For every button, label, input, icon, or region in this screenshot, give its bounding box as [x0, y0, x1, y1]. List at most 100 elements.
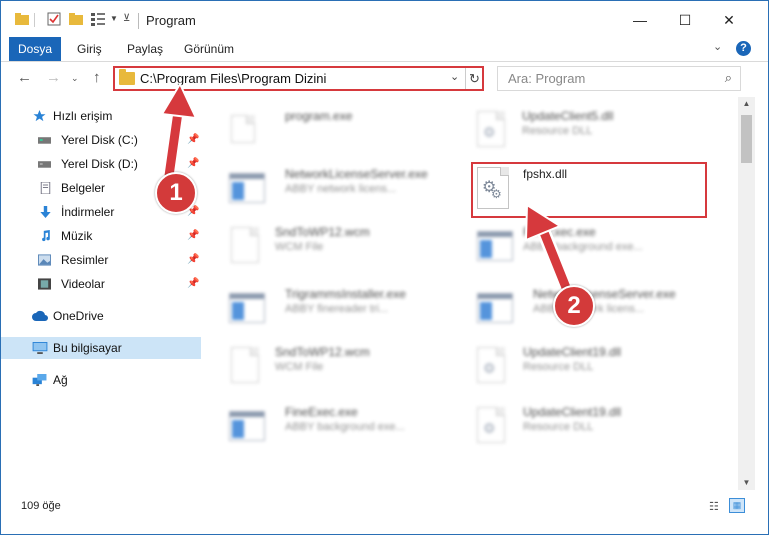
scroll-up-icon[interactable]: ▲ — [738, 97, 755, 111]
search-input[interactable]: Ara: Program ⌕ — [497, 66, 741, 91]
sidebar-item-onedrive[interactable]: OneDrive — [1, 305, 201, 327]
toolbar-divider — [34, 13, 35, 27]
navigation-pane: Hızlı erişim Yerel Disk (C:) 📌 Yerel Dis… — [1, 97, 201, 490]
file-type: Resource DLL — [522, 125, 593, 137]
details-view-icon[interactable]: ☷ — [709, 500, 719, 513]
sidebar-item-videos[interactable]: Videolar 📌 — [1, 273, 201, 295]
sidebar-item-drive-c[interactable]: Yerel Disk (C:) 📌 — [1, 129, 201, 151]
file-name: NetworkLicenseServer.exe — [285, 167, 428, 181]
address-bar[interactable]: C:\Program Files\Program Dizini ⌄ ↻ — [113, 66, 484, 91]
pin-icon[interactable]: 📌 — [187, 129, 199, 151]
customize-toolbar-icon[interactable]: ⊻ — [123, 13, 130, 24]
large-icons-view-icon[interactable]: ▦ — [729, 498, 745, 513]
file-item[interactable]: ⚙ UpdateClient5.dll Resource DLL — [477, 109, 717, 161]
sidebar-item-pictures[interactable]: Resimler 📌 — [1, 249, 201, 271]
file-list: program.exe ⚙ UpdateClient5.dll Resource… — [201, 97, 738, 490]
exe-file-icon — [477, 231, 513, 261]
video-icon — [38, 278, 51, 290]
minimize-button[interactable]: — — [625, 9, 655, 31]
refresh-icon[interactable]: ↻ — [465, 68, 483, 89]
file-name: SndToWP12.wcm — [275, 345, 370, 359]
computer-icon — [32, 342, 48, 354]
sidebar-item-quick-access[interactable]: Hızlı erişim — [1, 105, 201, 127]
back-arrow-icon[interactable]: ← — [17, 69, 32, 86]
search-placeholder: Ara: Program — [508, 71, 586, 86]
pin-icon[interactable]: 📌 — [187, 153, 199, 175]
ribbon-expand-icon[interactable]: ⌄ — [713, 40, 722, 53]
tab-share[interactable]: Paylaş — [127, 37, 163, 61]
view-options-icon[interactable] — [91, 12, 107, 26]
wcm-file-icon — [231, 347, 259, 383]
gear-icon: ⚙ — [483, 420, 496, 436]
sidebar-item-network[interactable]: Ağ — [1, 369, 201, 391]
explorer-window: ▼ ⊻ Program — ☐ ✕ Dosya Giriş Paylaş Gör… — [0, 0, 769, 535]
gear-icon: ⚙ — [483, 124, 496, 140]
chevron-down-icon[interactable]: ▼ — [110, 14, 118, 23]
close-button[interactable]: ✕ — [714, 9, 744, 31]
sidebar-item-label: Hızlı erişim — [53, 109, 113, 123]
file-item[interactable]: ⚙ UpdateClient19.dll Resource DLL — [477, 345, 717, 397]
sidebar-item-label: Yerel Disk (C:) — [61, 133, 138, 147]
file-type: WCM File — [275, 361, 324, 373]
file-item[interactable]: program.exe — [231, 109, 471, 161]
star-icon — [33, 110, 46, 122]
download-icon — [40, 206, 51, 218]
highlight-box-file — [471, 162, 707, 218]
drive-icon — [38, 137, 51, 144]
sidebar-item-this-pc[interactable]: Bu bilgisayar — [1, 337, 201, 359]
exe-file-icon — [229, 293, 265, 323]
sidebar-item-label: Bu bilgisayar — [53, 341, 122, 355]
file-type: ABBY background exe... — [523, 241, 643, 253]
exe-file-icon — [229, 411, 265, 441]
up-arrow-icon[interactable]: ↑ — [93, 69, 101, 86]
file-item[interactable]: ⚙ UpdateClient19.dll Resource DLL — [477, 405, 717, 457]
help-icon[interactable]: ? — [736, 41, 751, 56]
exe-file-icon — [231, 115, 255, 143]
documents-icon — [40, 182, 51, 194]
file-type: ABBY finereader tri... — [285, 303, 389, 315]
file-name: TrigrammsInstaller.exe — [285, 287, 406, 301]
scroll-down-icon[interactable]: ▼ — [738, 476, 755, 490]
forward-arrow-icon[interactable]: → — [46, 69, 61, 86]
maximize-button[interactable]: ☐ — [670, 9, 700, 31]
recent-locations-icon[interactable]: ⌄ — [71, 73, 79, 84]
file-item[interactable]: FineExec.exe ABBY background exe... — [477, 225, 717, 277]
pin-icon[interactable]: 📌 — [187, 249, 199, 271]
music-icon — [42, 230, 50, 242]
wcm-file-icon — [231, 227, 259, 263]
status-bar: 109 öğe ☷ ▦ — [1, 490, 768, 534]
file-item[interactable]: SndToWP12.wcm WCM File — [231, 225, 471, 277]
sidebar-item-music[interactable]: Müzik 📌 — [1, 225, 201, 247]
tab-view[interactable]: Görünüm — [184, 37, 234, 61]
properties-icon[interactable] — [47, 12, 61, 26]
vertical-scrollbar[interactable]: ▲ ▼ — [738, 97, 755, 490]
file-type: Resource DLL — [523, 361, 594, 373]
ribbon-tabs: Dosya Giriş Paylaş Görünüm ⌄ ? — [1, 37, 768, 62]
address-path[interactable]: C:\Program Files\Program Dizini — [140, 71, 326, 86]
folder-icon — [15, 13, 29, 25]
pin-icon[interactable]: 📌 — [187, 273, 199, 295]
file-item[interactable]: NetworkLicenseServer.exe ABBY network li… — [477, 287, 717, 339]
sidebar-item-label: OneDrive — [53, 309, 104, 323]
file-name: program.exe — [285, 109, 353, 123]
step-1-badge: 1 — [155, 172, 197, 214]
exe-file-icon — [477, 293, 513, 323]
file-item[interactable]: SndToWP12.wcm WCM File — [231, 345, 471, 397]
step-2-badge: 2 — [553, 285, 595, 327]
scroll-thumb[interactable] — [741, 115, 752, 163]
chevron-down-icon[interactable]: ⌄ — [450, 70, 459, 83]
sidebar-item-label: Belgeler — [61, 181, 106, 195]
new-folder-icon[interactable] — [69, 12, 83, 26]
tab-file[interactable]: Dosya — [9, 37, 61, 61]
search-icon[interactable]: ⌕ — [725, 70, 732, 86]
file-item[interactable]: NetworkLicenseServer.exe ABBY network li… — [229, 167, 469, 219]
file-name: UpdateClient19.dll — [523, 345, 622, 359]
tab-home[interactable]: Giriş — [77, 37, 102, 61]
file-item[interactable]: TrigrammsInstaller.exe ABBY finereader t… — [229, 287, 469, 339]
pin-icon[interactable]: 📌 — [187, 225, 199, 247]
file-name: SndToWP12.wcm — [275, 225, 370, 239]
sidebar-item-label: Videolar — [61, 277, 105, 291]
window-title: Program — [146, 13, 196, 28]
sidebar-item-label: Yerel Disk (D:) — [61, 157, 138, 171]
file-item[interactable]: FineExec.exe ABBY background exe... — [229, 405, 469, 457]
